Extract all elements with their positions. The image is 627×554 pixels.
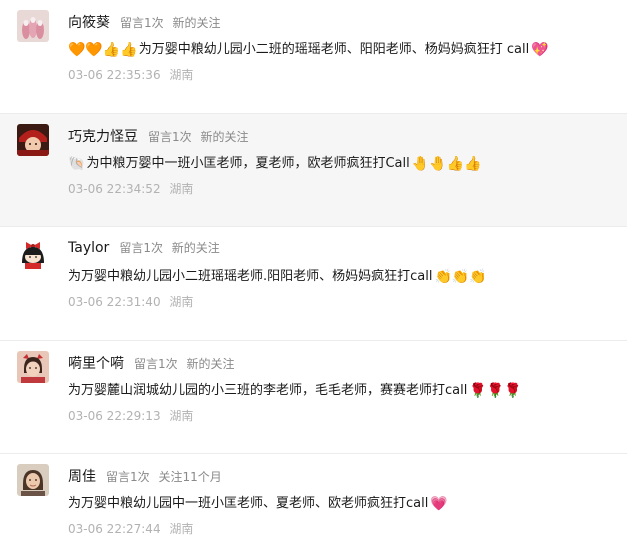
message-count: 留言1次 <box>120 16 164 30</box>
comment-item[interactable]: 周佳 留言1次 关注11个月 为万婴中粮幼儿园中一班小匡老师、夏老师、欧老师疯狂… <box>0 454 627 554</box>
comment-header: Taylor 留言1次 新的关注 <box>68 239 220 259</box>
emoji-suffix: 💗 <box>430 496 448 513</box>
user-name[interactable]: 向筱葵 <box>68 12 110 32</box>
comment-text: 为万婴中粮幼儿园中一班小匡老师、夏老师、欧老师疯狂打call <box>68 496 429 512</box>
comment-text: 为万婴麓山润城幼儿园的小三班的李老师，毛毛老师，赛赛老师打call <box>68 382 468 398</box>
child-photo-icon[interactable] <box>17 350 49 383</box>
emoji-suffix: 👏👏👏 <box>434 269 487 286</box>
comment-location: 湖南 <box>169 522 194 537</box>
comment-footer: 03-06 22:35:36 湖南 <box>68 66 193 83</box>
comment-header: 巧克力怪豆 留言1次 新的关注 <box>68 126 248 146</box>
comment-header: 向筱葵 留言1次 新的关注 <box>68 12 220 32</box>
girl-red-hat-icon[interactable] <box>17 123 49 156</box>
comment-time: 03-06 22:34:52 <box>68 181 161 196</box>
comment-time: 03-06 22:27:44 <box>68 522 161 537</box>
comment-content: 为万婴中粮幼儿园中一班小匡老师、夏老师、欧老师疯狂打call 💗 <box>68 494 449 514</box>
comment-location: 湖南 <box>169 68 194 82</box>
user-meta: 留言1次 关注11个月 <box>106 468 222 485</box>
comment-content: 为万婴麓山润城幼儿园的小三班的李老师，毛毛老师，赛赛老师打call 🌹🌹🌹 <box>68 381 523 401</box>
comment-item[interactable]: 向筱葵 留言1次 新的关注 🧡🧡👍👍 为万婴中粮幼儿园小二班的瑶瑶老师、阳阳老师… <box>0 0 627 114</box>
message-count: 留言1次 <box>106 470 150 485</box>
comment-footer: 03-06 22:27:44 湖南 <box>68 520 193 537</box>
follow-status: 新的关注 <box>171 241 220 256</box>
comment-header: 周佳 留言1次 关注11个月 <box>68 466 222 486</box>
follow-status: 新的关注 <box>200 129 249 144</box>
comment-location: 湖南 <box>169 181 194 196</box>
comment-location: 湖南 <box>169 408 194 423</box>
cartoon-bow-girl-icon[interactable] <box>17 237 49 270</box>
comment-footer: 03-06 22:31:40 湖南 <box>68 293 193 310</box>
comment-content: 为万婴中粮幼儿园小二班瑶瑶老师.阳阳老师、杨妈妈疯狂打call 👏👏👏 <box>68 267 488 287</box>
comment-location: 湖南 <box>169 295 194 310</box>
user-meta: 留言1次 新的关注 <box>134 355 234 372</box>
comment-list: 向筱葵 留言1次 新的关注 🧡🧡👍👍 为万婴中粮幼儿园小二班的瑶瑶老师、阳阳老师… <box>0 0 627 554</box>
user-name[interactable]: 巧克力怪豆 <box>68 126 138 146</box>
comment-content: 🧡🧡👍👍 为万婴中粮幼儿园小二班的瑶瑶老师、阳阳老师、杨妈妈疯狂打 call 💖 <box>68 40 550 60</box>
comment-item[interactable]: 巧克力怪豆 留言1次 新的关注 🐚 为中粮万婴中一班小匡老师，夏老师，欧老师疯狂… <box>0 113 627 228</box>
user-name[interactable]: 嗬里个嗬 <box>68 353 124 373</box>
comment-time: 03-06 22:29:13 <box>68 408 161 423</box>
user-meta: 留言1次 新的关注 <box>120 14 220 31</box>
comment-text: 为万婴中粮幼儿园小二班的瑶瑶老师、阳阳老师、杨妈妈疯狂打 call <box>138 42 530 57</box>
message-count: 留言1次 <box>119 241 163 256</box>
comment-time: 03-06 22:31:40 <box>68 295 161 310</box>
message-count: 留言1次 <box>134 356 178 371</box>
emoji-suffix: 💖 <box>531 42 549 58</box>
comment-text: 为中粮万婴中一班小匡老师，夏老师，欧老师疯狂打Call <box>86 155 410 171</box>
woman-photo-icon[interactable] <box>17 464 49 497</box>
comment-text: 为万婴中粮幼儿园小二班瑶瑶老师.阳阳老师、杨妈妈疯狂打call <box>68 269 433 285</box>
comment-footer: 03-06 22:34:52 湖南 <box>68 180 193 197</box>
message-count: 留言1次 <box>148 129 192 144</box>
follow-status: 新的关注 <box>172 16 221 30</box>
nails-photo-icon[interactable] <box>17 10 49 42</box>
user-meta: 留言1次 新的关注 <box>148 128 248 145</box>
comment-time: 03-06 22:35:36 <box>68 68 161 82</box>
comment-item[interactable]: Taylor 留言1次 新的关注 为万婴中粮幼儿园小二班瑶瑶老师.阳阳老师、杨妈… <box>0 227 627 341</box>
user-name[interactable]: 周佳 <box>68 466 96 486</box>
comment-header: 嗬里个嗬 留言1次 新的关注 <box>68 353 234 373</box>
comment-item[interactable]: 嗬里个嗬 留言1次 新的关注 为万婴麓山润城幼儿园的小三班的李老师，毛毛老师，赛… <box>0 340 627 455</box>
emoji-prefix: 🐚 <box>68 155 86 172</box>
user-meta: 留言1次 新的关注 <box>119 239 219 256</box>
follow-status: 新的关注 <box>186 356 235 371</box>
emoji-suffix: 🤚🤚👍👍 <box>411 155 482 172</box>
comment-content: 🐚 为中粮万婴中一班小匡老师，夏老师，欧老师疯狂打Call 🤚🤚👍👍 <box>68 154 482 174</box>
emoji-prefix: 🧡🧡👍👍 <box>68 42 138 58</box>
emoji-suffix: 🌹🌹🌹 <box>469 382 522 399</box>
user-name[interactable]: Taylor <box>68 240 109 256</box>
comment-footer: 03-06 22:29:13 湖南 <box>68 407 193 424</box>
follow-status: 关注11个月 <box>158 470 222 485</box>
